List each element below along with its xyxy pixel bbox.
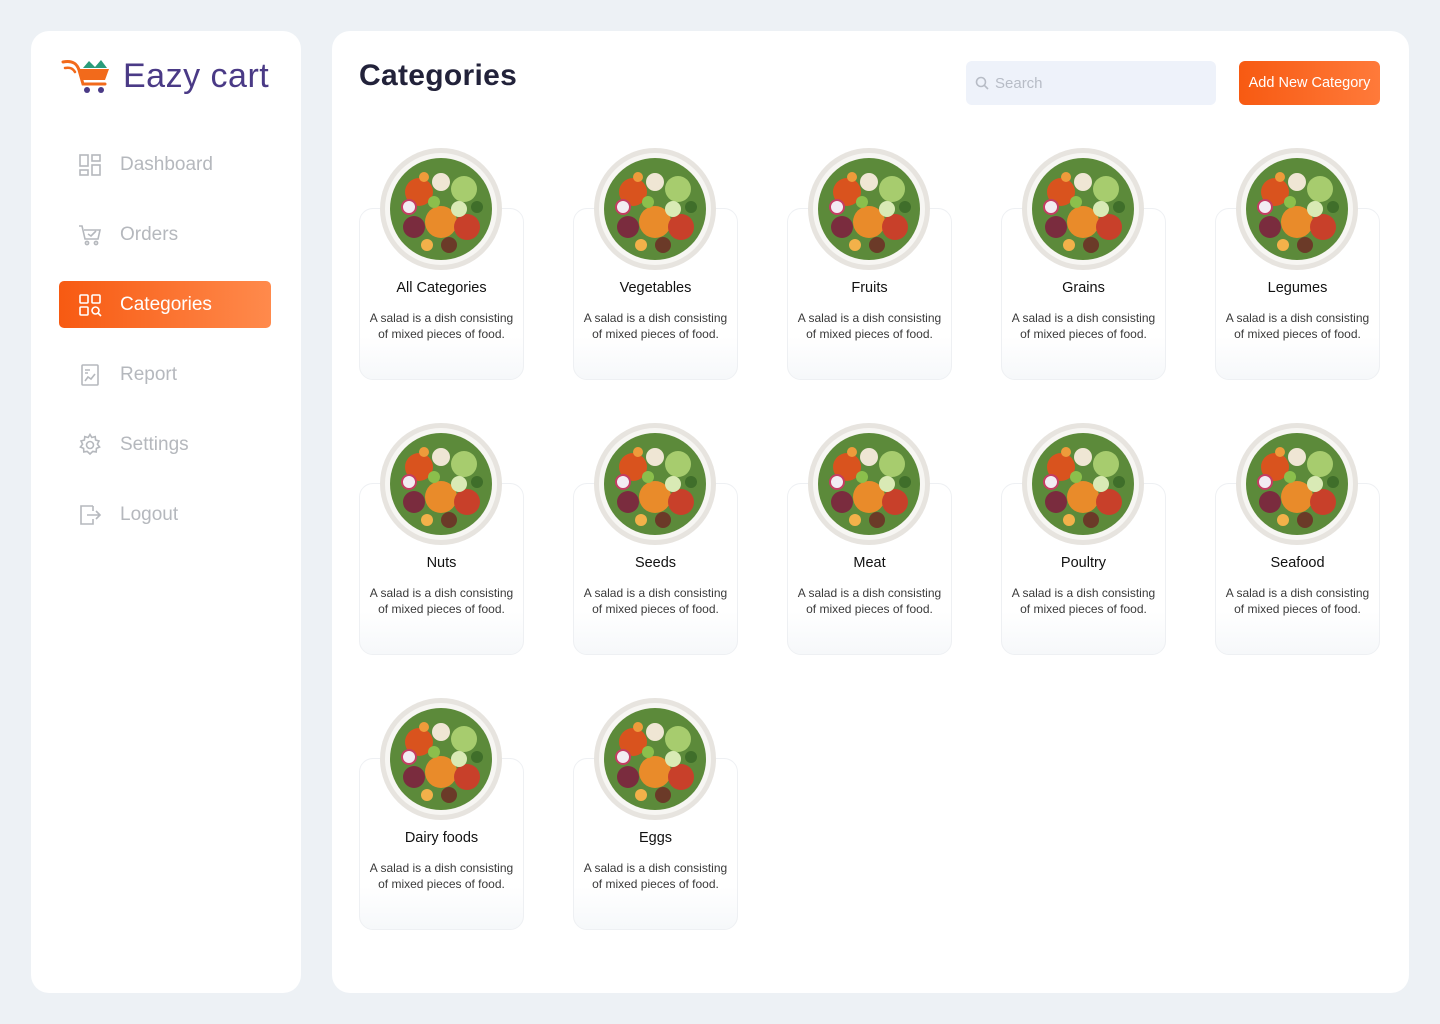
add-category-button[interactable]: Add New Category bbox=[1239, 61, 1380, 105]
category-card[interactable]: Seafood A salad is a dish consisting of … bbox=[1215, 422, 1380, 655]
category-grid: All Categories A salad is a dish consist… bbox=[359, 147, 1380, 930]
category-title: Legumes bbox=[1267, 280, 1328, 296]
category-title: Poultry bbox=[1060, 555, 1107, 571]
logout-icon bbox=[80, 504, 102, 525]
sidebar-item-label: Report bbox=[120, 363, 178, 385]
sidebar-item-report[interactable]: Report bbox=[59, 351, 271, 398]
category-title: Grains bbox=[1062, 280, 1105, 296]
salad-bowl-image bbox=[1022, 423, 1144, 545]
brand-logo[interactable]: Eazy cart bbox=[61, 51, 269, 101]
category-card[interactable]: Grains A salad is a dish consisting of m… bbox=[1001, 147, 1166, 380]
categories-icon bbox=[79, 293, 102, 317]
category-description: A salad is a dish consisting of mixed pi… bbox=[369, 586, 514, 616]
gear-icon bbox=[79, 432, 101, 455]
category-title: Vegetables bbox=[619, 280, 692, 296]
category-description: A salad is a dish consisting of mixed pi… bbox=[583, 586, 728, 616]
salad-bowl-image bbox=[808, 423, 930, 545]
dashboard-icon bbox=[79, 153, 101, 176]
brand-name: Eazy cart bbox=[123, 56, 270, 95]
salad-bowl-image bbox=[594, 423, 716, 545]
sidebar-item-label: Dashboard bbox=[120, 153, 213, 175]
page-title: Categories bbox=[359, 59, 518, 92]
salad-bowl-image bbox=[594, 698, 716, 820]
category-card[interactable]: All Categories A salad is a dish consist… bbox=[359, 147, 524, 380]
search-icon bbox=[975, 76, 989, 90]
sidebar-item-label: Categories bbox=[120, 293, 212, 315]
sidebar-item-label: Logout bbox=[120, 503, 179, 525]
salad-bowl-image bbox=[808, 148, 930, 270]
salad-bowl-image bbox=[380, 148, 502, 270]
search-input[interactable] bbox=[995, 74, 1205, 92]
sidebar-item-label: Settings bbox=[120, 433, 189, 455]
category-title: Nuts bbox=[426, 555, 457, 571]
category-title: Dairy foods bbox=[404, 830, 479, 846]
category-description: A salad is a dish consisting of mixed pi… bbox=[1011, 586, 1156, 616]
category-description: A salad is a dish consisting of mixed pi… bbox=[797, 311, 942, 341]
cart-icon bbox=[79, 224, 101, 245]
category-card[interactable]: Poultry A salad is a dish consisting of … bbox=[1001, 422, 1166, 655]
category-title: All Categories bbox=[396, 280, 487, 296]
sidebar: Eazy cart Dashboard Orders Categories Re… bbox=[31, 31, 301, 993]
category-card[interactable]: Fruits A salad is a dish consisting of m… bbox=[787, 147, 952, 380]
category-card[interactable]: Vegetables A salad is a dish consisting … bbox=[573, 147, 738, 380]
main-panel: Categories Add New Category Al bbox=[332, 31, 1409, 993]
category-title: Fruits bbox=[851, 280, 888, 296]
category-card[interactable]: Legumes A salad is a dish consisting of … bbox=[1215, 147, 1380, 380]
category-description: A salad is a dish consisting of mixed pi… bbox=[1011, 311, 1156, 341]
category-title: Seafood bbox=[1270, 555, 1325, 571]
search-box[interactable] bbox=[966, 61, 1216, 105]
category-card[interactable]: Dairy foods A salad is a dish consisting… bbox=[359, 697, 524, 930]
report-icon bbox=[81, 363, 99, 386]
sidebar-item-logout[interactable]: Logout bbox=[59, 491, 271, 538]
category-description: A salad is a dish consisting of mixed pi… bbox=[797, 586, 942, 616]
sidebar-item-dashboard[interactable]: Dashboard bbox=[59, 141, 271, 188]
category-description: A salad is a dish consisting of mixed pi… bbox=[369, 861, 514, 891]
category-card[interactable]: Eggs A salad is a dish consisting of mix… bbox=[573, 697, 738, 930]
category-card[interactable]: Seeds A salad is a dish consisting of mi… bbox=[573, 422, 738, 655]
category-card[interactable]: Meat A salad is a dish consisting of mix… bbox=[787, 422, 952, 655]
salad-bowl-image bbox=[1022, 148, 1144, 270]
category-title: Eggs bbox=[638, 830, 673, 846]
sidebar-item-orders[interactable]: Orders bbox=[59, 211, 271, 258]
category-description: A salad is a dish consisting of mixed pi… bbox=[583, 311, 728, 341]
category-title: Meat bbox=[853, 555, 886, 571]
category-title: Seeds bbox=[634, 555, 677, 571]
sidebar-item-label: Orders bbox=[120, 223, 179, 245]
sidebar-item-categories[interactable]: Categories bbox=[59, 281, 271, 328]
category-description: A salad is a dish consisting of mixed pi… bbox=[1225, 311, 1370, 341]
salad-bowl-image bbox=[1236, 423, 1358, 545]
salad-bowl-image bbox=[380, 423, 502, 545]
cart-logo-icon bbox=[61, 60, 109, 93]
category-description: A salad is a dish consisting of mixed pi… bbox=[1225, 586, 1370, 616]
salad-bowl-image bbox=[380, 698, 502, 820]
category-card[interactable]: Nuts A salad is a dish consisting of mix… bbox=[359, 422, 524, 655]
sidebar-nav: Dashboard Orders Categories Report Setti… bbox=[59, 141, 271, 561]
sidebar-item-settings[interactable]: Settings bbox=[59, 421, 271, 468]
salad-bowl-image bbox=[594, 148, 716, 270]
category-description: A salad is a dish consisting of mixed pi… bbox=[583, 861, 728, 891]
category-description: A salad is a dish consisting of mixed pi… bbox=[369, 311, 514, 341]
salad-bowl-image bbox=[1236, 148, 1358, 270]
